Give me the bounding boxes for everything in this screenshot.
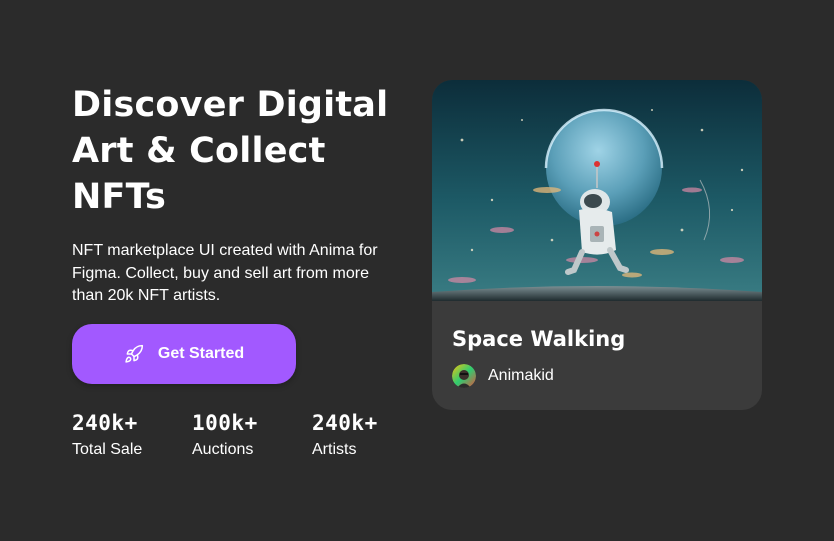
nft-artwork-image bbox=[432, 80, 762, 301]
stat-auctions: 100k+ Auctions bbox=[192, 410, 312, 461]
artist-avatar bbox=[452, 364, 476, 388]
page: Discover Digital Art & Collect NFTs NFT … bbox=[0, 0, 834, 541]
hero-section: Discover Digital Art & Collect NFTs NFT … bbox=[72, 82, 402, 308]
stat-total-sale: 240k+ Total Sale bbox=[72, 410, 192, 461]
nft-title: Space Walking bbox=[452, 327, 626, 351]
stat-label: Artists bbox=[312, 441, 357, 458]
hero-subtitle: NFT marketplace UI created with Anima fo… bbox=[72, 242, 378, 304]
rocket-icon bbox=[124, 344, 144, 364]
stat-artists: 240k+ Artists bbox=[312, 410, 432, 461]
artist-row[interactable]: Animakid bbox=[452, 364, 742, 388]
stat-value: 100k+ bbox=[192, 411, 258, 435]
nft-info: Space Walking Animakid bbox=[452, 324, 742, 388]
stat-value: 240k+ bbox=[72, 411, 138, 435]
stat-label: Total Sale bbox=[72, 441, 143, 458]
hero-title: Discover Digital Art & Collect NFTs bbox=[72, 85, 389, 217]
artist-name: Animakid bbox=[488, 367, 554, 384]
get-started-button[interactable]: Get Started bbox=[72, 324, 296, 384]
get-started-label: Get Started bbox=[157, 345, 245, 362]
featured-nft-card[interactable]: Space Walking Animakid bbox=[432, 80, 762, 410]
stats-row: 240k+ Total Sale 100k+ Auctions 240k+ Ar… bbox=[72, 410, 432, 461]
stat-value: 240k+ bbox=[312, 411, 378, 435]
stat-label: Auctions bbox=[192, 441, 254, 458]
